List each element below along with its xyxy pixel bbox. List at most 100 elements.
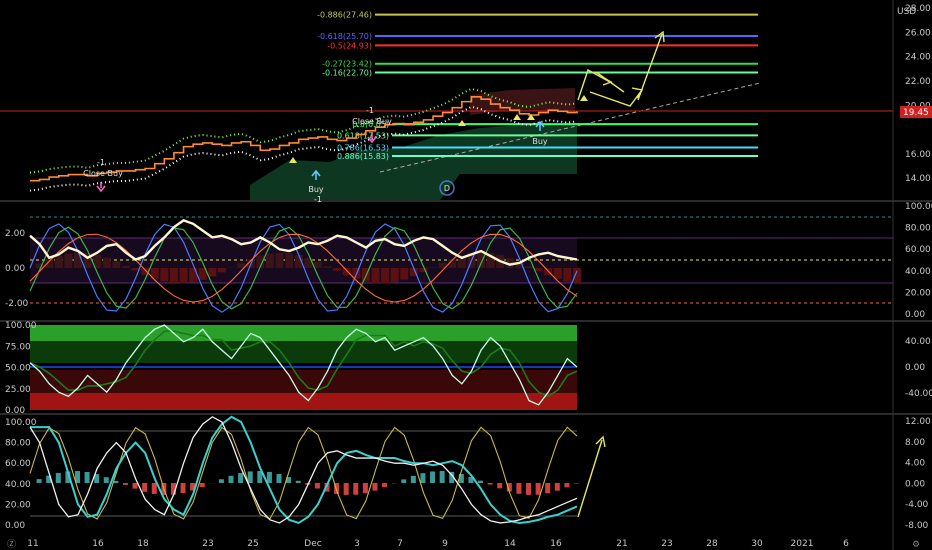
osc1-hist-bar bbox=[390, 268, 399, 283]
osc1-hist-bar bbox=[534, 268, 543, 271]
right-tick-label: 20.00 bbox=[905, 288, 931, 298]
right-tick-label: 0.00 bbox=[905, 363, 925, 373]
osc3-hist-bar bbox=[276, 474, 282, 483]
signal-minus-one[interactable]: -1 bbox=[314, 195, 322, 204]
osc3-hist-bar bbox=[84, 471, 90, 483]
left-tick-label: 40.00 bbox=[5, 480, 31, 490]
osc1-hist-bar bbox=[381, 268, 390, 284]
dividend-label: D bbox=[444, 184, 450, 193]
osc3-hist-bar bbox=[526, 483, 532, 495]
time-tick-label: 21 bbox=[616, 539, 627, 549]
timezone-icon[interactable]: Ⓩ bbox=[7, 539, 16, 550]
time-tick-label: 16 bbox=[550, 539, 562, 549]
time-tick-label: 23 bbox=[661, 539, 672, 549]
left-tick-label: -2.00 bbox=[5, 299, 29, 309]
osc3-hist-bar bbox=[554, 483, 560, 491]
osc1-right-axis: 100.00 80.00 60.00 40.00 20.00 0.00 bbox=[905, 202, 932, 320]
price-y-axis: 28.0026.0024.0022.0020.0016.0014.00 bbox=[905, 4, 931, 184]
osc3-hist-bar bbox=[401, 479, 407, 483]
left-tick-label: 60.00 bbox=[5, 459, 31, 469]
right-tick-label: 80.00 bbox=[905, 224, 931, 234]
osc1-hist-bar bbox=[54, 256, 63, 268]
osc2-red-zone bbox=[30, 370, 577, 393]
right-tick-label: -4.00 bbox=[905, 500, 929, 510]
osc3-hist-bar bbox=[430, 471, 436, 483]
signal-subtext: Close Buy bbox=[352, 117, 392, 126]
time-tick-label: 9 bbox=[442, 539, 448, 549]
left-tick-label: 0.00 bbox=[5, 406, 25, 416]
osc1-hist-bar bbox=[285, 253, 294, 268]
oscillator-panel-1[interactable]: 2.00 0.00 -2.00 100.00 80.00 60.00 40.00 20.00… bbox=[5, 202, 932, 320]
fib-label: -0.16(22.70) bbox=[322, 68, 372, 77]
right-tick-label: 8.00 bbox=[905, 438, 925, 448]
right-tick-label: 40.00 bbox=[905, 267, 931, 277]
osc1-hist-bar bbox=[121, 265, 130, 268]
osc1-hist-bar bbox=[265, 253, 274, 268]
osc3-hist-bar bbox=[535, 483, 541, 495]
osc3-hist-bar bbox=[180, 483, 186, 494]
price-tick-label: 26.00 bbox=[905, 28, 931, 38]
osc3-hist-bar bbox=[247, 471, 253, 483]
settings-icon[interactable]: ⚙ bbox=[912, 540, 920, 550]
left-tick-label: 100.00 bbox=[5, 321, 37, 331]
price-tick-label: 24.00 bbox=[905, 53, 931, 63]
osc3-hist-bar bbox=[151, 483, 157, 494]
osc3-hist-bar bbox=[295, 480, 301, 483]
last-price-value: 19.45 bbox=[903, 108, 929, 118]
osc3-hist-bar bbox=[439, 471, 445, 483]
osc1-hist-bar bbox=[563, 268, 572, 282]
osc3-histogram bbox=[36, 471, 579, 495]
left-tick-label: 80.00 bbox=[5, 439, 31, 449]
osc3-hist-bar bbox=[362, 483, 368, 494]
right-tick-label: 4.00 bbox=[905, 459, 925, 469]
left-tick-label: 0.00 bbox=[5, 264, 25, 274]
osc3-teal-line bbox=[30, 415, 578, 525]
osc3-hist-bar bbox=[545, 483, 551, 494]
time-tick-label: 16 bbox=[92, 539, 104, 549]
osc1-hist-bar bbox=[217, 268, 226, 273]
price-panel[interactable]: -0.886(27.46) -0.618(25.70)-0.5(24.93) -0.… bbox=[0, 4, 932, 204]
osc3-hist-bar bbox=[564, 483, 570, 488]
osc3-hist-bar bbox=[478, 480, 484, 483]
osc1-hist-bar bbox=[323, 266, 332, 268]
price-tick-label: 16.00 bbox=[905, 150, 931, 160]
osc1-hist-bar bbox=[112, 261, 121, 268]
osc3-hist-bar bbox=[410, 475, 416, 483]
right-tick-label: 40.00 bbox=[905, 337, 931, 347]
osc2-green-zone bbox=[30, 325, 577, 341]
osc1-hist-bar bbox=[169, 268, 178, 283]
time-axis[interactable]: 11 16 18 23 25 Dec 3 7 9 14 16 21 23 28 30 2021 6 bbox=[27, 539, 849, 549]
right-tick-label: 0.00 bbox=[905, 310, 925, 320]
signal-text: -1 bbox=[314, 195, 322, 204]
osc3-hist-bar bbox=[122, 483, 128, 485]
time-tick-label: 18 bbox=[137, 539, 149, 549]
time-tick-label: 14 bbox=[504, 539, 516, 549]
time-tick-label: 28 bbox=[706, 539, 718, 549]
oscillator-panel-2[interactable]: 100.00 75.00 50.00 25.00 0.00 40.00 0.00 -40.0… bbox=[5, 321, 932, 416]
time-tick-label: 7 bbox=[397, 539, 403, 549]
time-tick-label: 23 bbox=[202, 539, 213, 549]
price-tick-label: 14.00 bbox=[905, 174, 931, 184]
fib-label: 0.886(15.83) bbox=[337, 152, 389, 161]
osc3-hist-bar bbox=[199, 483, 205, 488]
osc3-right-axis: 12.00 8.00 4.00 0.00 -4.00 -8.00 bbox=[905, 417, 931, 531]
osc3-projection-arrow bbox=[577, 439, 603, 518]
osc3-hist-bar bbox=[238, 473, 244, 483]
left-tick-label: 25.00 bbox=[5, 385, 31, 395]
osc1-hist-bar bbox=[477, 252, 486, 268]
osc1-hist-bar bbox=[573, 268, 581, 284]
arrow-down-icon bbox=[96, 182, 106, 193]
osc3-hist-bar bbox=[382, 483, 388, 488]
osc3-hist-bar bbox=[343, 483, 349, 495]
time-tick-label: 2021 bbox=[791, 539, 814, 549]
osc3-hist-bar bbox=[266, 471, 272, 483]
fib-label: -0.5(24.93) bbox=[327, 41, 372, 50]
chart-canvas: -0.886(27.46) -0.618(25.70)-0.5(24.93) -0.… bbox=[0, 0, 932, 550]
left-tick-label: 50.00 bbox=[5, 364, 31, 374]
right-tick-label: -40.00 bbox=[905, 389, 932, 399]
osc1-hist-bar bbox=[525, 266, 534, 268]
left-tick-label: 75.00 bbox=[5, 342, 31, 352]
right-tick-label: 60.00 bbox=[905, 245, 931, 255]
osc3-hist-bar bbox=[420, 473, 426, 483]
oscillator-panel-3[interactable]: 100.00 80.00 60.00 40.00 20.00 0.00 12.00 8.00… bbox=[5, 415, 931, 531]
